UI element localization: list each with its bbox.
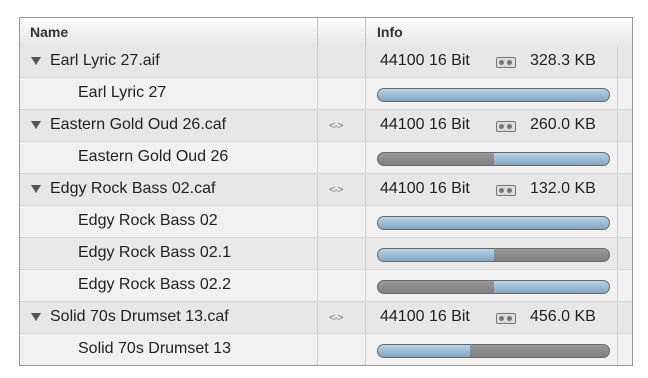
region-row[interactable]: Earl Lyric 27 <box>20 78 632 110</box>
file-name: Earl Lyric 27.aif <box>50 52 160 69</box>
disclosure-triangle-icon[interactable] <box>31 185 41 193</box>
file-name: Eastern Gold Oud 26.caf <box>50 116 227 133</box>
link-arrows-icon: <-> <box>329 312 343 324</box>
region-row[interactable]: Edgy Rock Bass 02 <box>20 206 632 238</box>
file-size: 456.0 KB <box>530 308 596 325</box>
region-selection-highlight <box>493 281 609 293</box>
stereo-icon <box>496 313 516 324</box>
region-name: Eastern Gold Oud 26 <box>78 148 229 165</box>
region-name: Solid 70s Drumset 13 <box>78 340 231 357</box>
region-name: Edgy Rock Bass 02.1 <box>78 244 231 261</box>
region-selection-highlight <box>493 153 609 165</box>
link-arrows-icon: <-> <box>329 184 343 196</box>
region-position-bar[interactable] <box>377 216 610 230</box>
audio-file-row[interactable]: Solid 70s Drumset 13.caf <-> 44100 16 Bit 4… <box>20 302 632 334</box>
region-row[interactable]: Eastern Gold Oud 26 <box>20 142 632 174</box>
column-grid-line <box>317 46 318 365</box>
region-name: Edgy Rock Bass 02 <box>78 212 218 229</box>
region-selection-highlight <box>378 217 609 229</box>
mono-icon <box>496 57 516 68</box>
region-row[interactable]: Edgy Rock Bass 02.1 <box>20 238 632 270</box>
region-position-bar[interactable] <box>377 248 610 262</box>
region-selection-highlight <box>378 89 609 101</box>
column-divider[interactable] <box>365 18 366 46</box>
disclosure-triangle-icon[interactable] <box>31 57 41 65</box>
column-header-name[interactable]: Name <box>30 24 68 40</box>
region-position-bar[interactable] <box>377 280 610 294</box>
column-grid-line <box>365 46 366 365</box>
table-header: Name Info <box>20 18 632 47</box>
region-position-bar[interactable] <box>377 344 610 358</box>
audio-file-row[interactable]: Earl Lyric 27.aif 44100 16 Bit 328.3 KB <box>20 46 632 78</box>
audio-file-row[interactable]: Edgy Rock Bass 02.caf <-> 44100 16 Bit 132.… <box>20 174 632 206</box>
region-selection-highlight <box>378 345 471 357</box>
disclosure-triangle-icon[interactable] <box>31 121 41 129</box>
sample-rate-bit-depth: 44100 16 Bit <box>380 116 470 133</box>
column-divider[interactable] <box>317 18 318 46</box>
file-size: 260.0 KB <box>530 116 596 133</box>
sample-rate-bit-depth: 44100 16 Bit <box>380 52 470 69</box>
region-row[interactable]: Solid 70s Drumset 13 <box>20 334 632 365</box>
region-position-bar[interactable] <box>377 88 610 102</box>
audio-file-row[interactable]: Eastern Gold Oud 26.caf <-> 44100 16 Bit 26… <box>20 110 632 142</box>
file-name: Edgy Rock Bass 02.caf <box>50 180 216 197</box>
file-size: 132.0 KB <box>530 180 596 197</box>
region-name: Edgy Rock Bass 02.2 <box>78 276 231 293</box>
column-header-info[interactable]: Info <box>377 24 403 40</box>
stereo-icon <box>496 185 516 196</box>
sample-rate-bit-depth: 44100 16 Bit <box>380 308 470 325</box>
file-size: 328.3 KB <box>530 52 596 69</box>
region-name: Earl Lyric 27 <box>78 84 167 101</box>
sample-rate-bit-depth: 44100 16 Bit <box>380 180 470 197</box>
region-position-bar[interactable] <box>377 152 610 166</box>
region-selection-highlight <box>378 249 494 261</box>
disclosure-triangle-icon[interactable] <box>31 313 41 321</box>
stereo-icon <box>496 121 516 132</box>
audio-bin-table: Name Info Earl Lyric 27.aif 44100 16 Bit 3… <box>19 17 633 366</box>
file-name: Solid 70s Drumset 13.caf <box>50 308 229 325</box>
region-row[interactable]: Edgy Rock Bass 02.2 <box>20 270 632 302</box>
column-grid-line <box>617 46 618 365</box>
link-arrows-icon: <-> <box>329 120 343 132</box>
